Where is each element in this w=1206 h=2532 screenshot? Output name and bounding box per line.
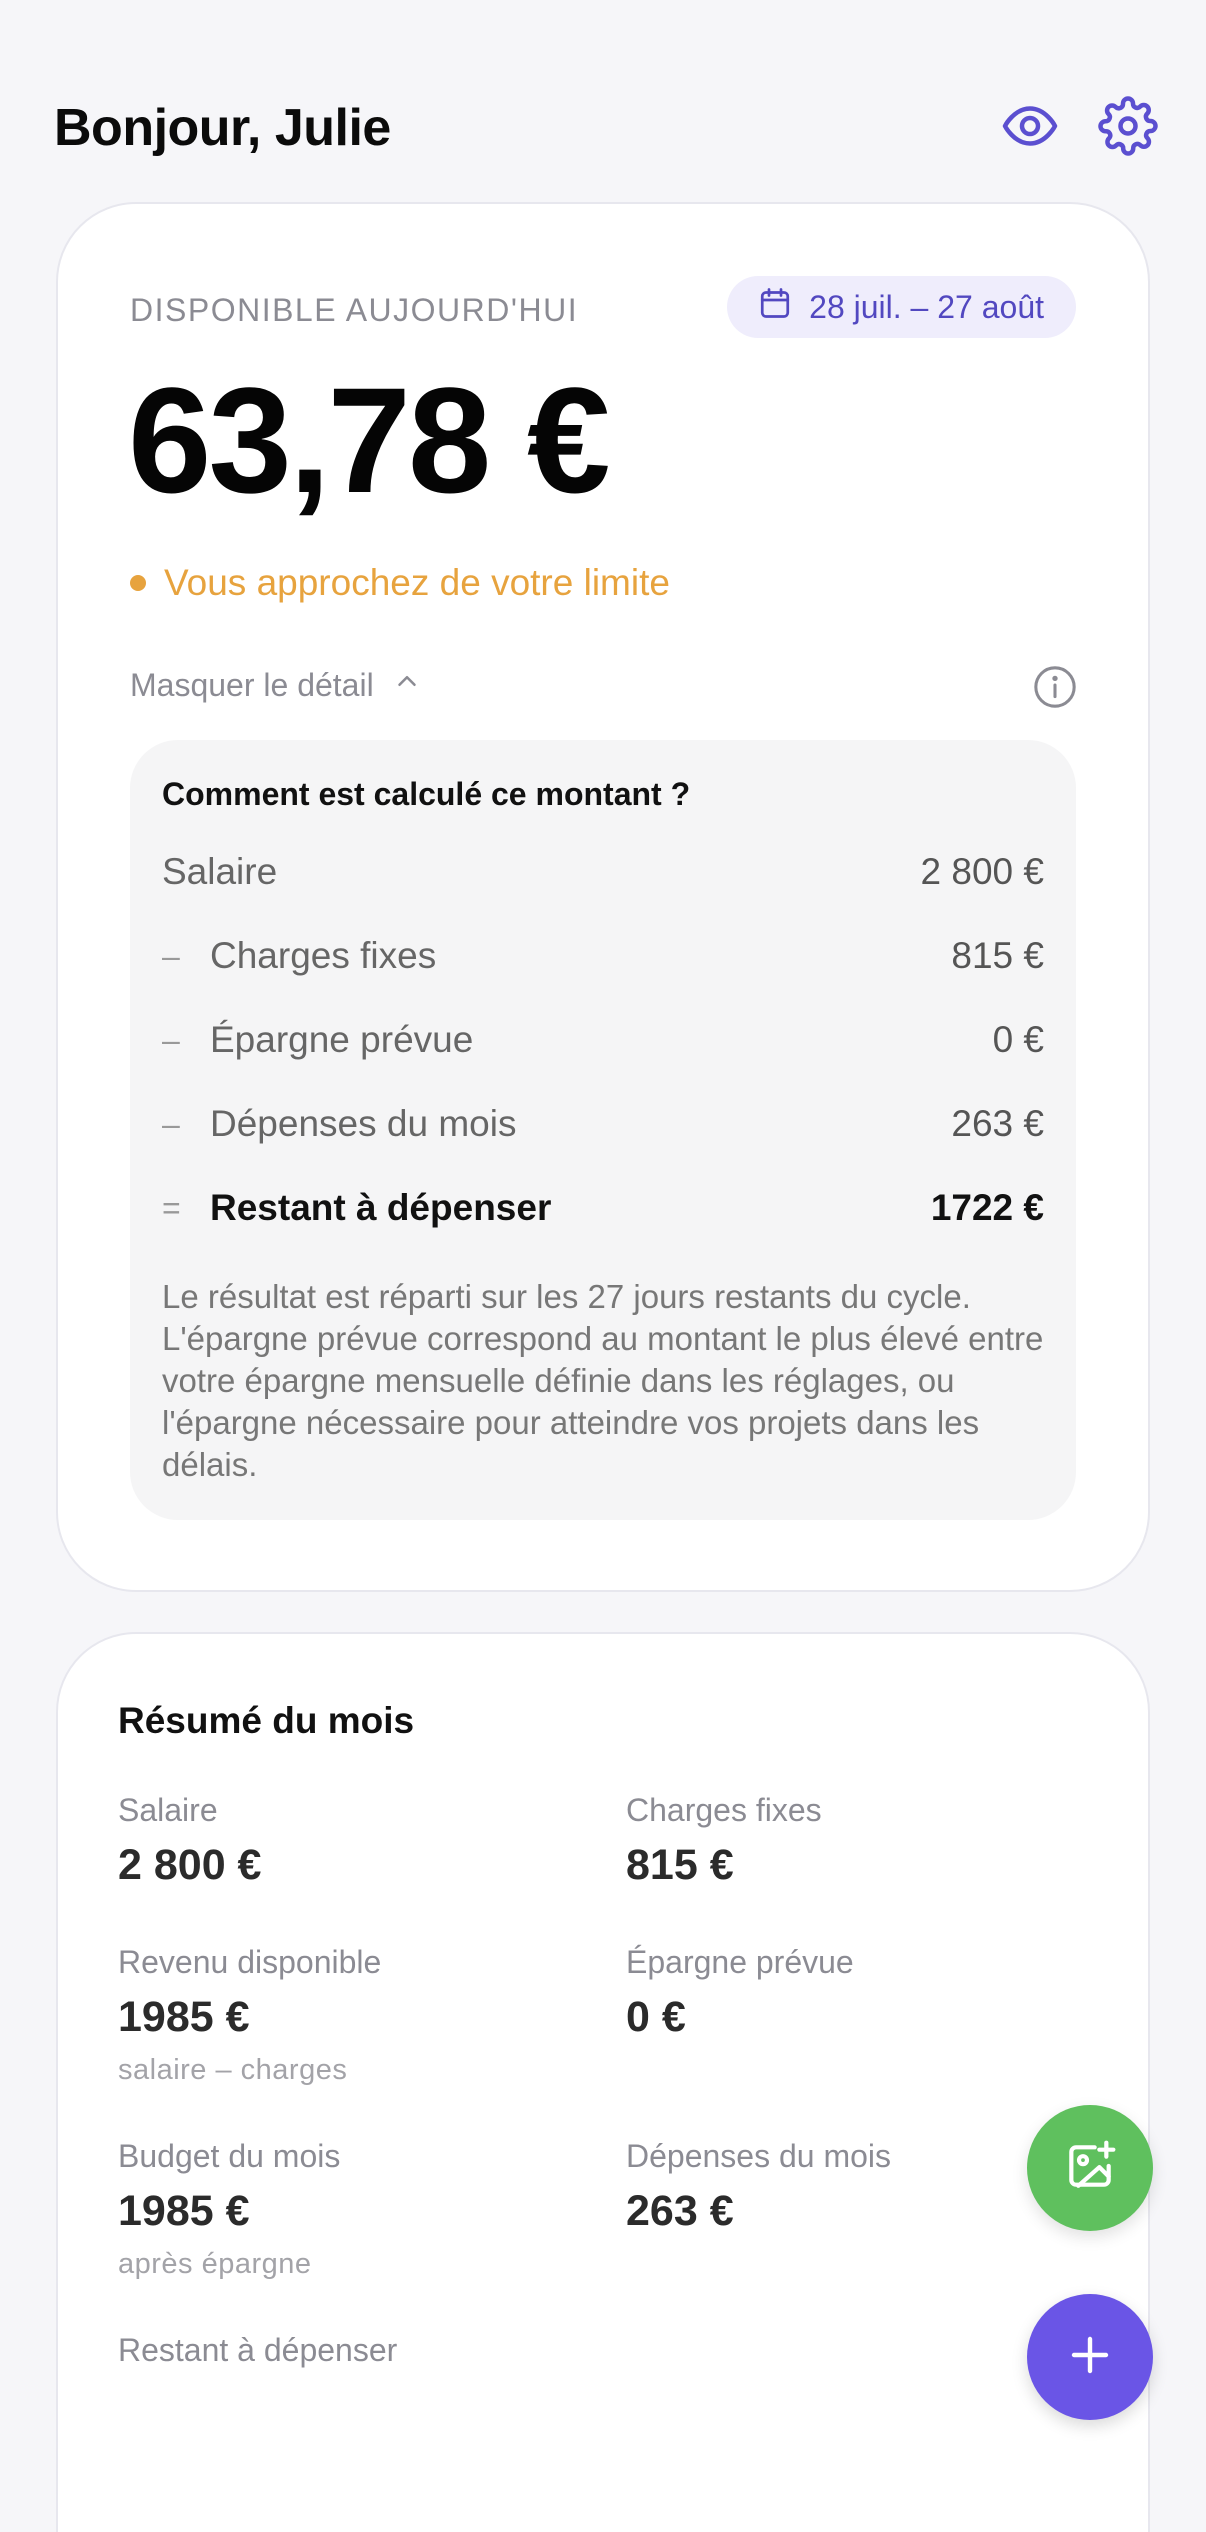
detail-row-monthly-expenses: – Dépenses du mois 263 € (162, 1096, 1044, 1152)
summary-title: Résumé du mois (118, 1700, 415, 1741)
info-icon[interactable] (1032, 664, 1078, 715)
header: Bonjour, Julie (54, 88, 1158, 168)
summary-cell-value: 1985 € (118, 1993, 250, 2041)
summary-cell-label: Restant à dépenser (118, 2332, 398, 2368)
detail-row-remaining: = Restant à dépenser 1722 € (162, 1180, 1044, 1236)
hide-detail-toggle[interactable]: Masquer le détail (130, 666, 422, 704)
summary-cell-label: Budget du mois (118, 2138, 341, 2174)
summary-cell-disposable-income: Revenu disponible 1985 € salaire – charg… (118, 1944, 381, 2087)
summary-cell-label: Salaire (118, 1792, 218, 1828)
warning-text: Vous approchez de votre limite (164, 562, 670, 603)
detail-row-label: Épargne prévue (210, 1019, 474, 1060)
detail-row-value: 1722 € (930, 1187, 1044, 1228)
period-label: 28 juil. – 27 août (809, 288, 1044, 325)
minus-sign: – (162, 1021, 180, 1058)
detail-note: Le résultat est réparti sur les 27 jours… (162, 1278, 1044, 1483)
summary-cell-monthly-expenses: Dépenses du mois 263 € (626, 2138, 891, 2236)
summary-cell-monthly-budget: Budget du mois 1985 € après épargne (118, 2138, 340, 2281)
limit-warning: Vous approchez de votre limite (130, 562, 670, 604)
detail-row-value: 263 € (951, 1103, 1044, 1144)
detail-row-label: Charges fixes (210, 935, 437, 976)
detail-row-label: Restant à dépenser (210, 1187, 552, 1228)
summary-cell-sub: après épargne (118, 2248, 312, 2280)
summary-cell-fixed-charges: Charges fixes 815 € (626, 1792, 822, 1890)
summary-cell-label: Revenu disponible (118, 1944, 382, 1980)
detail-row-value: 0 € (992, 1019, 1044, 1060)
greeting: Bonjour, Julie (54, 99, 391, 157)
calculation-detail: Comment est calculé ce montant ? Salaire… (130, 740, 1076, 1520)
minus-sign: – (162, 937, 180, 974)
summary-cell-salary: Salaire 2 800 € (118, 1792, 261, 1890)
eye-icon[interactable] (998, 94, 1062, 158)
add-expense-button[interactable] (1027, 2294, 1153, 2420)
summary-cell-planned-savings: Épargne prévue 0 € (626, 1944, 854, 2042)
equals-sign: = (162, 1189, 181, 1226)
detail-row-value: 815 € (951, 935, 1044, 976)
calendar-icon (757, 285, 793, 329)
summary-cell-value: 1985 € (118, 2187, 250, 2235)
detail-row-planned-savings: – Épargne prévue 0 € (162, 1012, 1044, 1068)
gear-icon[interactable] (1096, 94, 1160, 158)
summary-cell-label: Dépenses du mois (626, 2138, 892, 2174)
detail-row-fixed-charges: – Charges fixes 815 € (162, 928, 1044, 984)
summary-cell-label: Charges fixes (626, 1792, 822, 1828)
chevron-up-icon (392, 666, 422, 704)
warning-dot-icon (130, 575, 146, 591)
minus-sign: – (162, 1105, 180, 1142)
summary-cell-value: 0 € (626, 1993, 686, 2041)
summary-cell-value: 263 € (626, 2187, 734, 2235)
summary-cell-value: 815 € (626, 1841, 734, 1889)
month-summary-card: Résumé du mois Salaire 2 800 € Charges f… (56, 1632, 1150, 2532)
available-today-card: DISPONIBLE AUJOURD'HUI 28 juil. – 27 aoû… (56, 202, 1150, 1592)
toggle-label: Masquer le détail (130, 666, 374, 703)
plus-icon (1066, 2331, 1114, 2384)
detail-row-salary: Salaire 2 800 € (162, 844, 1044, 900)
add-receipt-photo-button[interactable] (1027, 2105, 1153, 2231)
period-chip[interactable]: 28 juil. – 27 août (727, 276, 1076, 338)
available-amount: 63,78 € (128, 356, 610, 524)
summary-cell-value: 2 800 € (118, 1841, 262, 1889)
summary-cell-label: Épargne prévue (626, 1944, 854, 1980)
image-plus-icon (1062, 2138, 1118, 2199)
detail-row-label: Salaire (162, 851, 278, 892)
available-label: DISPONIBLE AUJOURD'HUI (130, 292, 579, 328)
detail-title: Comment est calculé ce montant ? (162, 776, 691, 812)
detail-row-value: 2 800 € (920, 851, 1044, 892)
summary-cell-sub: salaire – charges (118, 2054, 348, 2086)
detail-row-label: Dépenses du mois (210, 1103, 517, 1144)
summary-cell-remaining: Restant à dépenser (118, 2332, 397, 2369)
